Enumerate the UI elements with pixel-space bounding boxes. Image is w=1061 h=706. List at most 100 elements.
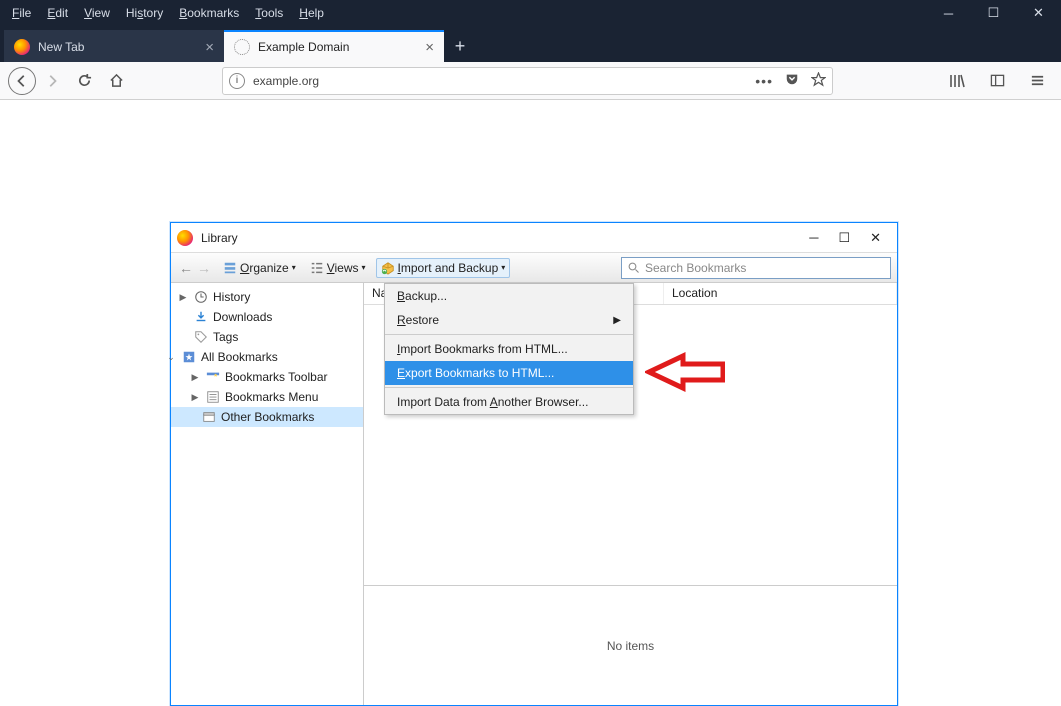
library-title: Library [201, 231, 238, 245]
url-text: example.org [253, 74, 319, 88]
page-content: Library ─ ☐ ✕ ← → Organize▾ Views▾ [0, 100, 1061, 681]
menu-label: Backup... [397, 289, 447, 303]
home-button[interactable] [100, 65, 132, 97]
globe-icon [234, 39, 250, 55]
menu-label: Import Data from Another Browser... [397, 395, 588, 409]
sidebar-item-tags[interactable]: Tags [171, 327, 363, 347]
arrow-right-icon [45, 74, 59, 88]
pocket-icon[interactable] [785, 72, 799, 89]
tab-strip: New Tab × Example Domain × + [0, 26, 1061, 62]
organize-icon [223, 261, 237, 275]
sidebar-label: Bookmarks Menu [225, 390, 318, 404]
home-icon [109, 73, 124, 88]
menu-view[interactable]: View [76, 2, 118, 24]
menu-help[interactable]: Help [291, 2, 332, 24]
organize-button[interactable]: Organize▾ [219, 259, 300, 277]
sidebar-button[interactable] [981, 65, 1013, 97]
bookmark-icon [181, 349, 197, 365]
library-sidebar: ▶ History Downloads Tags ⌄ All [171, 283, 364, 705]
menu-item-export-html[interactable]: Export Bookmarks to HTML... [385, 361, 633, 385]
menu-history[interactable]: History [118, 2, 171, 24]
menu-label: Export Bookmarks to HTML... [397, 366, 554, 380]
sidebar-item-bookmarks-toolbar[interactable]: ▶ Bookmarks Toolbar [171, 367, 363, 387]
search-icon [628, 262, 640, 274]
library-detail: No items [364, 585, 897, 705]
firefox-logo-icon [14, 39, 30, 55]
views-icon [310, 261, 324, 275]
sidebar-item-all-bookmarks[interactable]: ⌄ All Bookmarks [159, 347, 363, 367]
window-maximize-button[interactable]: ☐ [971, 0, 1016, 26]
menu-separator [385, 387, 633, 388]
annotation-arrow [645, 352, 725, 395]
menu-item-restore[interactable]: Restore ▶ [385, 308, 633, 332]
column-location[interactable]: Location [664, 283, 897, 304]
reload-icon [77, 73, 92, 88]
bookmarks-toolbar-icon [205, 369, 221, 385]
import-backup-button[interactable]: Import and Backup▾ [376, 258, 511, 278]
library-search-input[interactable]: Search Bookmarks [621, 257, 891, 279]
library-maximize-button[interactable]: ☐ [838, 230, 850, 246]
tab-label: Example Domain [258, 40, 349, 54]
menu-label: Import Bookmarks from HTML... [397, 342, 568, 356]
firefox-logo-icon [177, 230, 193, 246]
import-backup-icon [381, 261, 395, 275]
app-menu-button[interactable] [1021, 65, 1053, 97]
window-minimize-button[interactable]: ─ [926, 0, 971, 26]
library-minimize-button[interactable]: ─ [809, 230, 818, 246]
tab-close-button[interactable]: × [205, 39, 214, 56]
library-titlebar[interactable]: Library ─ ☐ ✕ [171, 223, 897, 253]
menu-label: Restore [397, 313, 439, 327]
tag-icon [193, 329, 209, 345]
sidebar-label: Downloads [213, 310, 272, 324]
sidebar-label: Tags [213, 330, 238, 344]
sidebar-label: All Bookmarks [201, 350, 278, 364]
library-forward-button[interactable]: → [195, 260, 213, 276]
menu-item-import-other-browser[interactable]: Import Data from Another Browser... [385, 390, 633, 414]
bookmarks-menu-icon [205, 389, 221, 405]
search-placeholder: Search Bookmarks [645, 261, 746, 275]
submenu-arrow-icon: ▶ [613, 315, 621, 326]
menu-item-backup[interactable]: Backup... [385, 284, 633, 308]
menu-edit[interactable]: Edit [39, 2, 76, 24]
library-back-button[interactable]: ← [177, 260, 195, 276]
views-button[interactable]: Views▾ [306, 259, 370, 277]
window-close-button[interactable]: ✕ [1016, 0, 1061, 26]
sidebar-item-other-bookmarks[interactable]: Other Bookmarks [171, 407, 363, 427]
sidebar-label: Other Bookmarks [221, 410, 314, 424]
menu-separator [385, 334, 633, 335]
reload-button[interactable] [68, 65, 100, 97]
library-toolbar: ← → Organize▾ Views▾ Import and Backup▾ … [171, 253, 897, 283]
menu-bar: File Edit View History Bookmarks Tools H… [0, 0, 1061, 26]
no-items-label: No items [607, 639, 654, 653]
site-info-icon[interactable]: i [229, 73, 245, 89]
download-icon [193, 309, 209, 325]
url-bar[interactable]: i example.org ••• [222, 67, 833, 95]
tab-label: New Tab [38, 40, 84, 54]
sidebar-item-downloads[interactable]: Downloads [171, 307, 363, 327]
tab-example-domain[interactable]: Example Domain × [224, 30, 444, 62]
sidebar-label: History [213, 290, 250, 304]
clock-icon [193, 289, 209, 305]
tab-close-button[interactable]: × [425, 39, 434, 56]
library-button[interactable] [941, 65, 973, 97]
sidebar-label: Bookmarks Toolbar [225, 370, 328, 384]
sidebar-item-history[interactable]: ▶ History [171, 287, 363, 307]
hamburger-icon [1030, 73, 1045, 88]
new-tab-button[interactable]: + [444, 30, 476, 62]
library-close-button[interactable]: ✕ [870, 230, 881, 246]
menu-bookmarks[interactable]: Bookmarks [171, 2, 247, 24]
page-actions-icon[interactable]: ••• [755, 73, 773, 89]
other-bookmarks-icon [201, 409, 217, 425]
library-icon [949, 73, 965, 89]
back-button[interactable] [8, 67, 36, 95]
menu-tools[interactable]: Tools [247, 2, 291, 24]
arrow-left-icon [15, 74, 29, 88]
navigation-toolbar: i example.org ••• [0, 62, 1061, 100]
bookmark-star-icon[interactable] [811, 72, 826, 90]
sidebar-icon [990, 73, 1005, 88]
forward-button [36, 65, 68, 97]
sidebar-item-bookmarks-menu[interactable]: ▶ Bookmarks Menu [171, 387, 363, 407]
menu-item-import-html[interactable]: Import Bookmarks from HTML... [385, 337, 633, 361]
menu-file[interactable]: File [4, 2, 39, 24]
tab-new-tab[interactable]: New Tab × [4, 30, 224, 62]
